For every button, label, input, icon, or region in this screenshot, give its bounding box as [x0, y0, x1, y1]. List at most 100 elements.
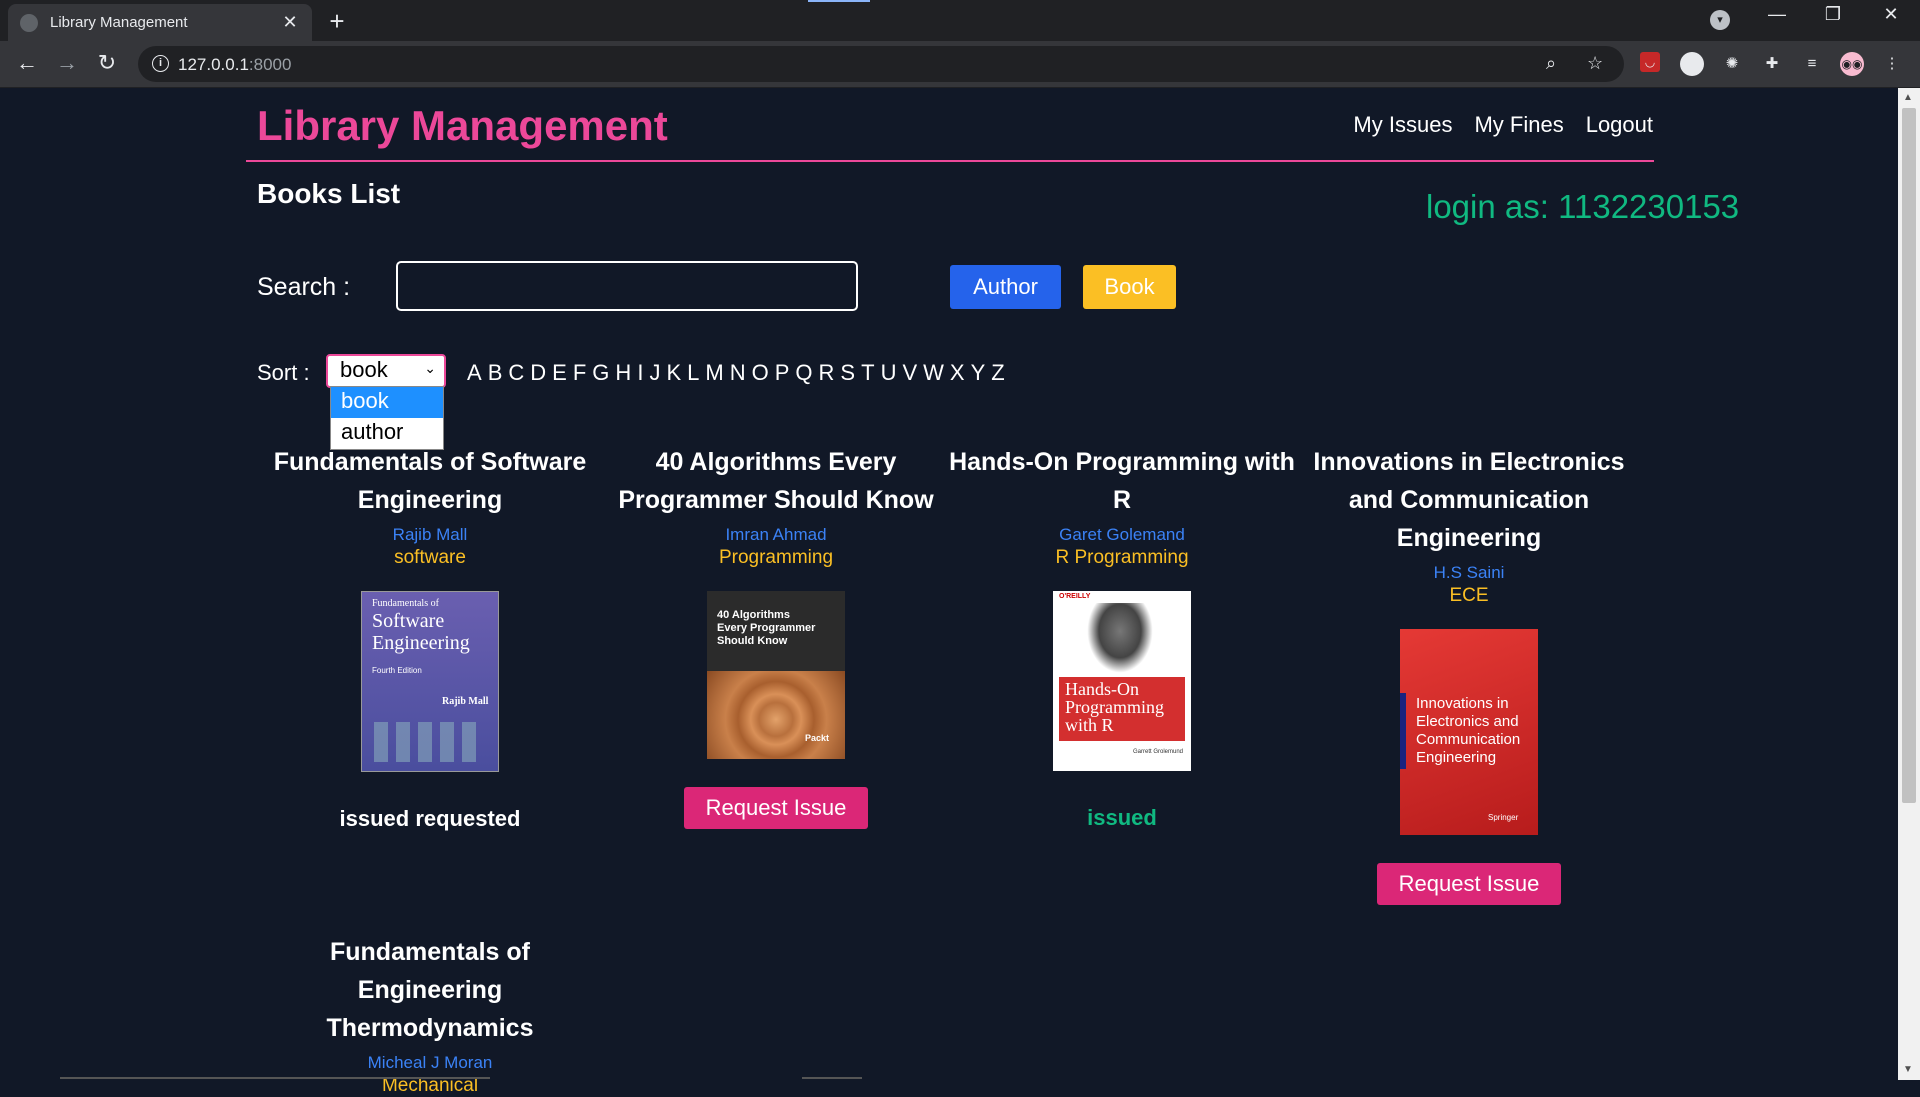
- sort-option-book[interactable]: book: [331, 387, 443, 418]
- request-issue-button[interactable]: Request Issue: [1376, 863, 1562, 905]
- book-card: Fundamentals of Software Engineering Raj…: [255, 443, 605, 832]
- letter-link[interactable]: J: [649, 360, 660, 386]
- letter-link[interactable]: M: [705, 360, 723, 386]
- letter-link[interactable]: P: [775, 360, 790, 386]
- page-scrollbar[interactable]: ▲ ▼: [1898, 88, 1920, 1080]
- book-status: issued: [1087, 805, 1157, 830]
- profile-extension-icon[interactable]: [1680, 52, 1704, 76]
- letter-link[interactable]: N: [730, 360, 746, 386]
- zoom-icon[interactable]: ⌕: [1546, 53, 1556, 74]
- letter-link[interactable]: W: [923, 360, 944, 386]
- letter-link[interactable]: Y: [971, 360, 986, 386]
- tab-search-icon[interactable]: ▾: [1710, 10, 1730, 30]
- close-window-icon[interactable]: ✕: [1876, 4, 1906, 25]
- letter-link[interactable]: H: [615, 360, 631, 386]
- letter-link[interactable]: C: [508, 360, 524, 386]
- nav-logout[interactable]: Logout: [1586, 112, 1653, 138]
- book-cover-image: O'REILLY Hands-On Programming with R Gar…: [1053, 591, 1191, 771]
- book-category: R Programming: [1055, 547, 1189, 568]
- book-card: 40 Algorithms Every Programmer Should Kn…: [601, 443, 951, 829]
- book-title[interactable]: Fundamentals of Engineering Thermodynami…: [255, 933, 605, 1047]
- cover-text: Springer: [1488, 813, 1519, 822]
- letter-link[interactable]: Q: [795, 360, 812, 386]
- cover-text: Electronics and: [1416, 713, 1519, 730]
- letter-link[interactable]: E: [552, 360, 567, 386]
- top-nav: My Issues My Fines Logout: [1353, 112, 1653, 138]
- search-input[interactable]: [396, 261, 858, 311]
- letter-link[interactable]: F: [573, 360, 586, 386]
- letter-link[interactable]: U: [881, 360, 897, 386]
- letter-link[interactable]: D: [530, 360, 546, 386]
- forward-icon[interactable]: →: [52, 50, 82, 76]
- browser-tabbar: Library Management ✕ + ▾ — ❐ ✕: [0, 0, 1920, 41]
- scroll-up-icon[interactable]: ▲: [1903, 92, 1913, 103]
- restore-icon[interactable]: ❐: [1818, 4, 1848, 25]
- letter-link[interactable]: O: [752, 360, 769, 386]
- letter-link[interactable]: A: [467, 360, 482, 386]
- letter-link[interactable]: V: [902, 360, 917, 386]
- menu-kebab-icon[interactable]: ⋮: [1880, 52, 1904, 76]
- letter-link[interactable]: G: [592, 360, 609, 386]
- new-tab-icon[interactable]: +: [324, 6, 350, 37]
- globe-icon: [20, 13, 38, 32]
- letter-link[interactable]: Z: [991, 360, 1004, 386]
- sort-selected-value: book: [340, 357, 388, 382]
- book-author[interactable]: Micheal J Moran: [255, 1053, 605, 1073]
- site-info-icon[interactable]: i: [152, 55, 169, 72]
- extensions-puzzle-icon[interactable]: ✚: [1760, 52, 1784, 76]
- book-author[interactable]: H.S Saini: [1294, 563, 1644, 583]
- header-divider: [246, 160, 1654, 162]
- cover-text: Fundamentals of: [372, 598, 439, 609]
- search-book-button[interactable]: Book: [1083, 265, 1176, 309]
- reload-icon[interactable]: ↻: [92, 50, 122, 76]
- cover-text: Garrett Grolemund: [1133, 749, 1184, 755]
- sort-select[interactable]: book ⌄: [326, 354, 446, 388]
- book-category: ECE: [1449, 585, 1489, 606]
- letter-link[interactable]: S: [840, 360, 855, 386]
- book-title[interactable]: Hands-On Programming with R: [947, 443, 1297, 519]
- scroll-down-icon[interactable]: ▼: [1903, 1064, 1913, 1075]
- pocket-extension-icon[interactable]: ◡: [1640, 52, 1660, 72]
- page-title: Books List: [257, 178, 401, 209]
- cover-text: Packt: [805, 733, 830, 743]
- book-cover-image: Innovations in Electronics and Communica…: [1400, 629, 1538, 835]
- book-title[interactable]: Innovations in Electronics and Communica…: [1294, 443, 1644, 557]
- book-title[interactable]: Fundamentals of Software Engineering: [255, 443, 605, 519]
- reading-list-icon[interactable]: ≡: [1800, 52, 1824, 76]
- book-title[interactable]: 40 Algorithms Every Programmer Should Kn…: [601, 443, 951, 519]
- letter-link[interactable]: B: [488, 360, 503, 386]
- request-issue-button[interactable]: Request Issue: [683, 787, 869, 829]
- letter-link[interactable]: I: [637, 360, 643, 386]
- bookmark-star-icon[interactable]: ☆: [1587, 53, 1603, 74]
- address-bar[interactable]: i 127.0.0.1:8000 ⌕ ☆: [138, 46, 1624, 82]
- letter-link[interactable]: X: [950, 360, 965, 386]
- nav-my-fines[interactable]: My Fines: [1474, 112, 1563, 138]
- cover-text: 40 Algorithms: [717, 609, 790, 621]
- search-label: Search :: [257, 273, 351, 301]
- url-text: 127.0.0.1:8000: [178, 55, 292, 74]
- cover-text: Engineering: [372, 632, 470, 654]
- letter-link[interactable]: R: [819, 360, 835, 386]
- cover-text: O'REILLY: [1059, 593, 1091, 600]
- minimize-icon[interactable]: —: [1762, 4, 1792, 25]
- settings-extension-icon[interactable]: ✺: [1720, 52, 1744, 76]
- back-icon[interactable]: ←: [12, 50, 42, 76]
- book-author[interactable]: Garet Golemand: [947, 525, 1297, 545]
- letter-link[interactable]: L: [687, 360, 699, 386]
- close-tab-icon[interactable]: ✕: [280, 12, 300, 33]
- letter-link[interactable]: T: [861, 360, 874, 386]
- avatar[interactable]: ◉◉: [1840, 52, 1864, 76]
- letter-link[interactable]: K: [666, 360, 681, 386]
- book-author[interactable]: Rajib Mall: [255, 525, 605, 545]
- search-author-button[interactable]: Author: [950, 265, 1061, 309]
- tab-title: Library Management: [50, 14, 188, 31]
- cover-text: Should Know: [717, 635, 788, 647]
- nav-my-issues[interactable]: My Issues: [1353, 112, 1452, 138]
- book-author[interactable]: Imran Ahmad: [601, 525, 951, 545]
- site-brand[interactable]: Library Management: [257, 102, 668, 150]
- alphabet-filter: A B C D E F G H I J K L M N O P Q R S T …: [467, 360, 1005, 386]
- cover-text: with R: [1065, 715, 1114, 735]
- scrollbar-thumb[interactable]: [1902, 108, 1916, 803]
- browser-tab[interactable]: Library Management ✕: [8, 4, 312, 41]
- cover-text: Fourth Edition: [372, 666, 422, 675]
